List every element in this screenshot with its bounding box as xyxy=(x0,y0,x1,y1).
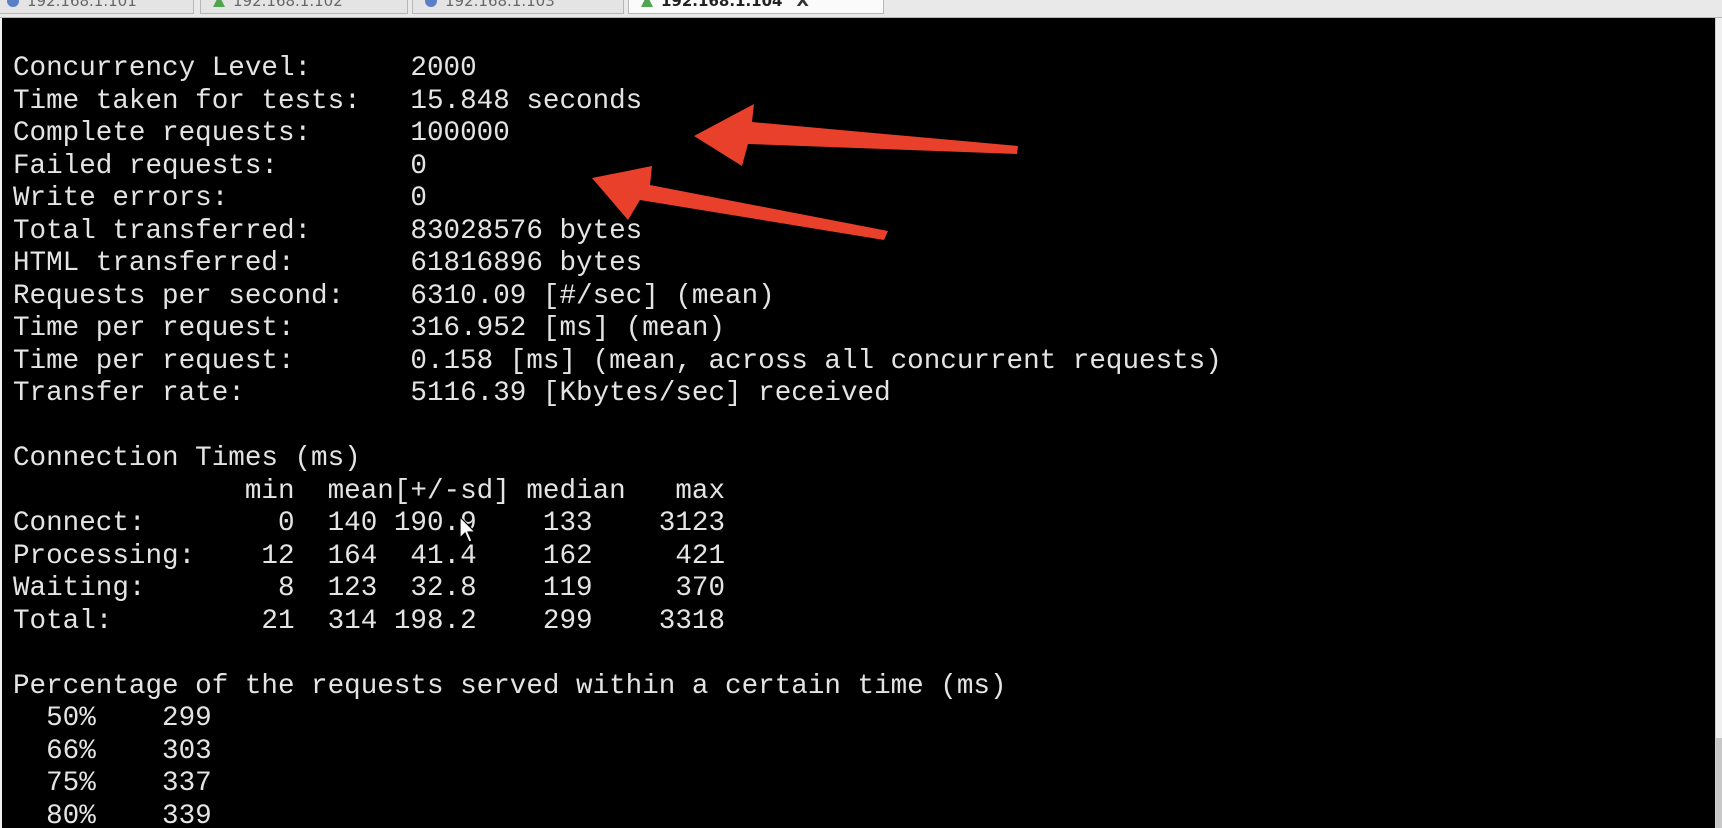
terminal-line: 66% 303 xyxy=(13,735,212,767)
session-tab-label: 192.168.1.103 xyxy=(445,0,555,10)
session-tab-3[interactable]: 192.168.1.103 xyxy=(412,0,624,14)
terminal-line: Total: 21 314 198.2 299 3318 xyxy=(13,605,726,637)
terminal-line: Time per request: 0.158 [ms] (mean, acro… xyxy=(13,345,1222,377)
session-tab-label: 192.168.1.101 xyxy=(27,0,137,10)
session-icon xyxy=(213,0,225,7)
terminal-line: min mean[+/-sd] median max xyxy=(13,475,726,507)
vertical-scrollbar[interactable] xyxy=(1715,18,1722,828)
session-tab-label: 192.168.1.104 xyxy=(661,0,783,10)
terminal-line: Percentage of the requests served within… xyxy=(13,670,1007,702)
terminal-line: 50% 299 xyxy=(13,703,212,734)
terminal-line: Waiting: 8 123 32.8 119 370 xyxy=(13,573,726,604)
terminal-line: Requests per second: 6310.09 [#/sec] (me… xyxy=(13,280,775,312)
session-icon xyxy=(7,0,19,7)
terminal-line: Transfer rate: 5116.39 [Kbytes/sec] rece… xyxy=(13,378,891,409)
terminal-line: Connection Times (ms) xyxy=(13,443,361,474)
session-icon xyxy=(641,0,653,7)
terminal-window: 192.168.1.101 192.168.1.102 192.168.1.10… xyxy=(0,0,1722,828)
terminal-output[interactable]: Concurrency Level: 2000 Time taken for te… xyxy=(2,18,1718,828)
terminal-line: 80% 339 xyxy=(13,800,212,828)
terminal-line: Write errors: 0 xyxy=(13,183,427,214)
terminal-line: Time taken for tests: 15.848 seconds xyxy=(13,85,643,117)
terminal-line: Total transferred: 83028576 bytes xyxy=(13,215,643,247)
terminal-line: Connect: 0 140 190.9 133 3123 xyxy=(13,508,726,539)
session-tab-label: 192.168.1.102 xyxy=(233,0,343,10)
terminal-line: 75% 337 xyxy=(13,768,212,799)
mouse-cursor-icon xyxy=(459,516,477,543)
session-icon xyxy=(425,0,437,7)
terminal-line: Concurrency Level: 2000 xyxy=(13,53,477,84)
session-tab-1[interactable]: 192.168.1.101 xyxy=(0,0,194,14)
terminal-line: Complete requests: 100000 xyxy=(13,118,510,149)
terminal-line: Time per request: 316.952 [ms] (mean) xyxy=(13,313,726,344)
terminal-line: Processing: 12 164 41.4 162 421 xyxy=(13,540,726,572)
terminal-line: HTML transferred: 61816896 bytes xyxy=(13,248,643,279)
terminal-line: Failed requests: 0 xyxy=(13,150,427,182)
session-tab-4[interactable]: 192.168.1.104 X xyxy=(628,0,884,14)
scrollbar-thumb[interactable] xyxy=(1716,738,1722,828)
session-tab-bar: 192.168.1.101 192.168.1.102 192.168.1.10… xyxy=(0,0,1722,18)
session-tab-2[interactable]: 192.168.1.102 xyxy=(200,0,408,14)
close-tab-icon[interactable]: X xyxy=(796,0,808,14)
